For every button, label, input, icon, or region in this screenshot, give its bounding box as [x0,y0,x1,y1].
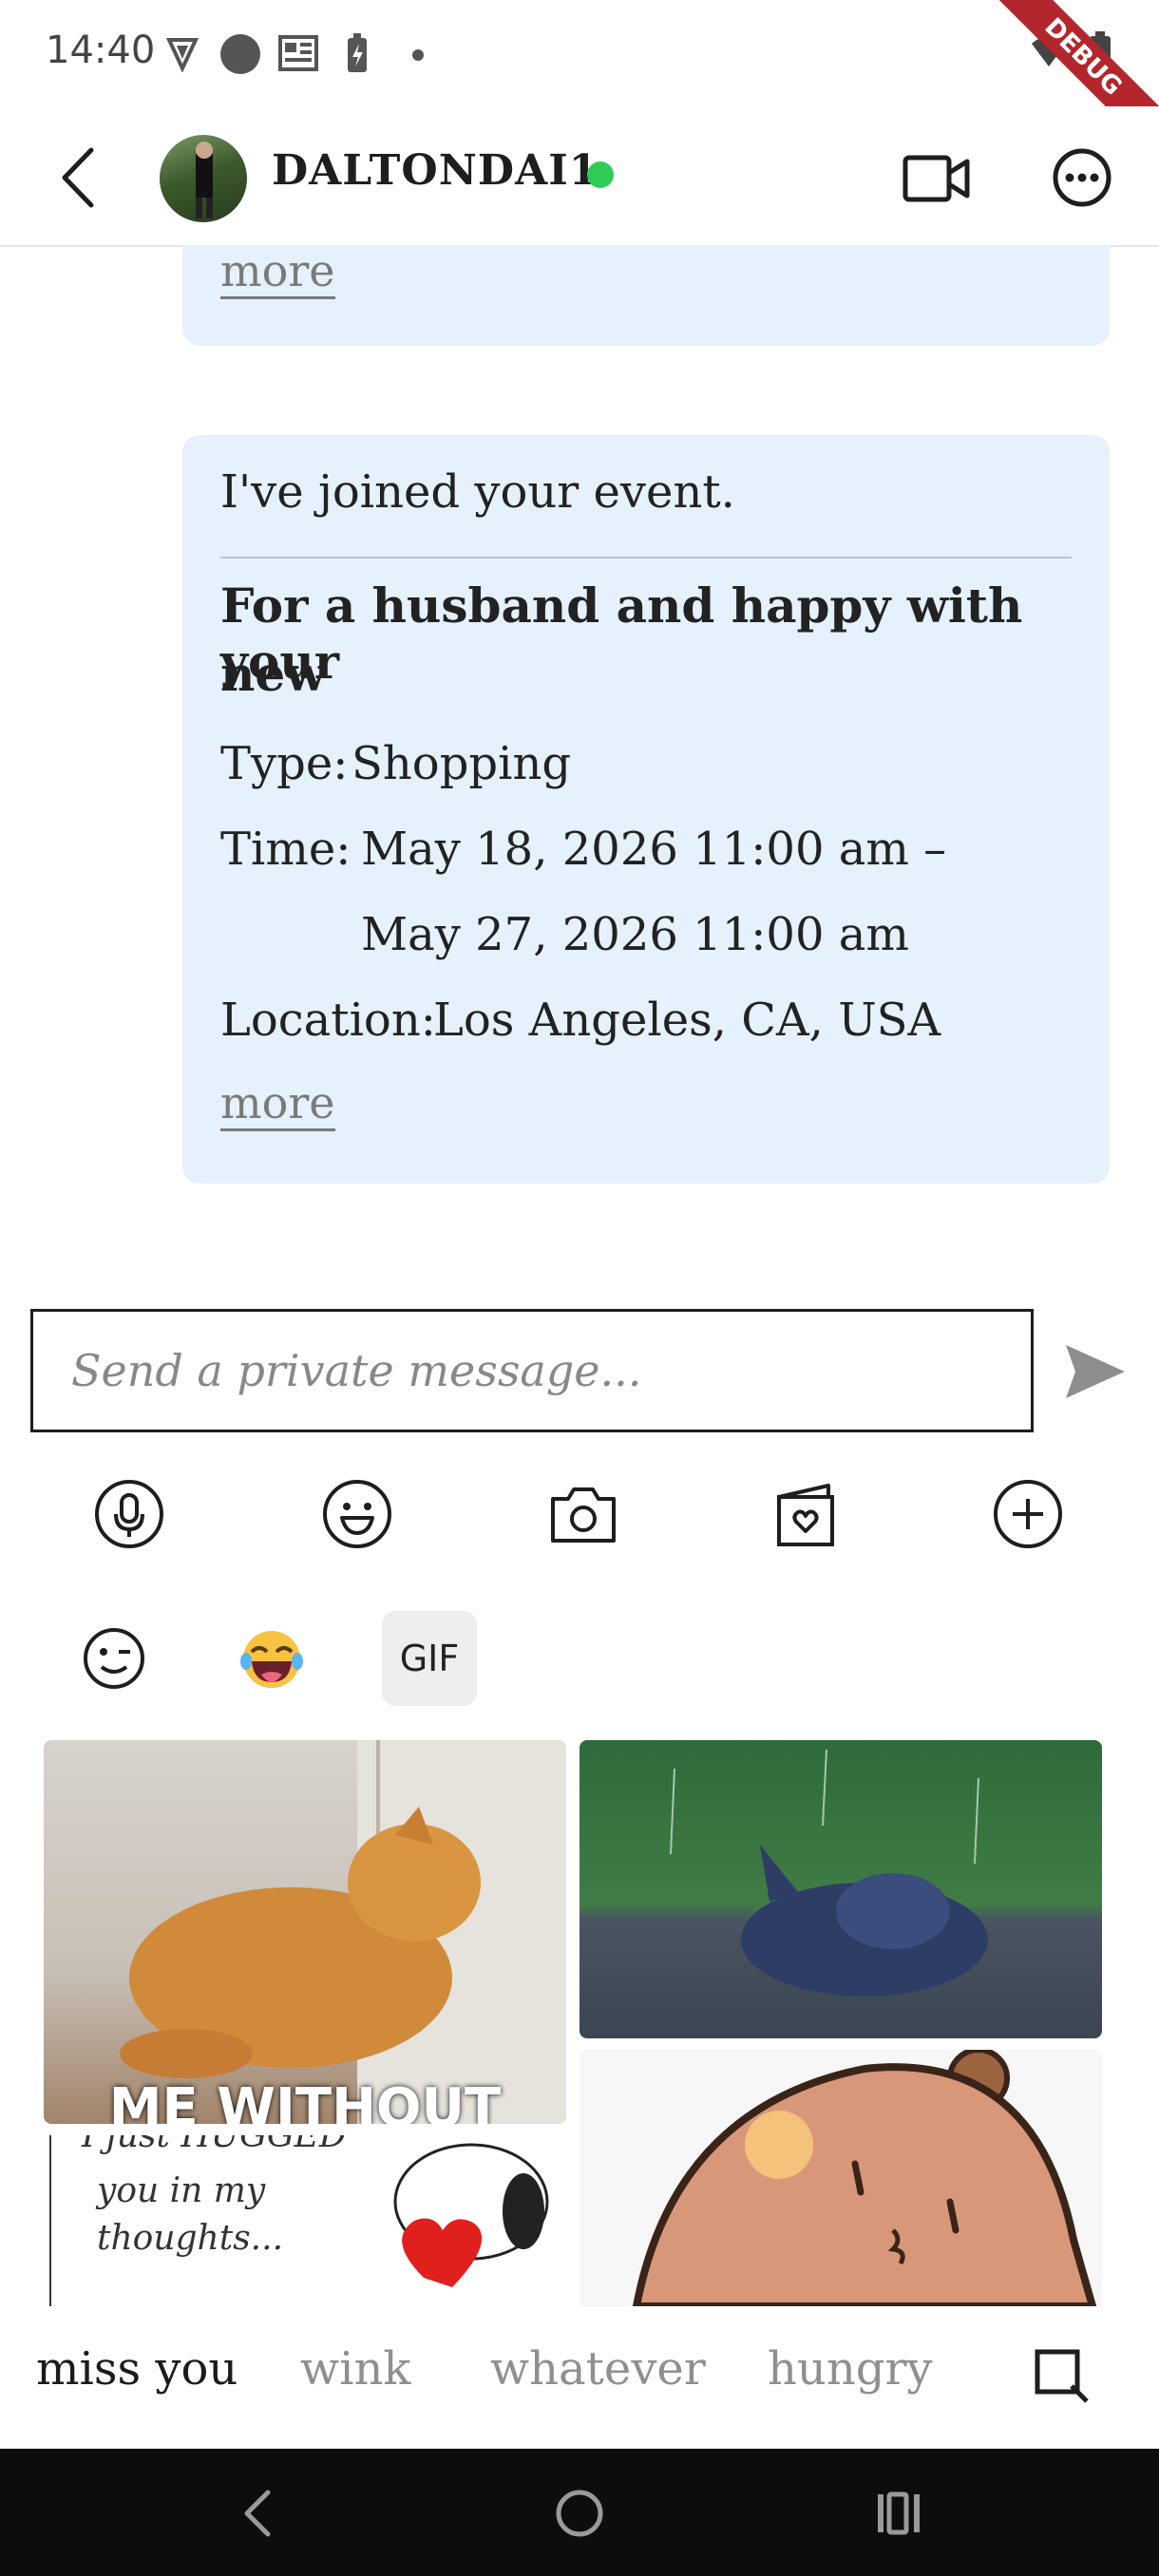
online-status-dot [587,161,614,188]
send-icon[interactable] [1062,1341,1129,1402]
gif-cat-image [120,1740,566,2124]
gif-frame-left [49,2135,51,2306]
more-link[interactable]: more [220,245,335,299]
event-title-line2: new [220,646,327,702]
microphone-icon[interactable] [93,1478,165,1550]
nav-home-icon[interactable] [553,2487,606,2540]
gift-card-icon[interactable] [770,1478,842,1550]
laughing-emoji-icon [240,1631,303,1688]
event-time-label: Time: [220,823,352,876]
gif-caption-line2: you in my [97,2171,266,2210]
event-location-value: Los Angeles, CA, USA [433,994,941,1047]
event-card: I've joined your event. For a husband an… [182,435,1110,1184]
event-time-end: May 27, 2026 11:00 am [361,908,909,961]
news-icon [278,35,318,71]
gif-result-snoopy[interactable]: I just HUGGED you in my thoughts... [44,2135,562,2306]
status-bar: 14:40 DEBUG [0,0,1159,172]
gif-caption-line1: I just HUGGED [82,2135,347,2155]
status-time: 14:40 [46,28,156,72]
gif-search-icon[interactable] [1032,2346,1092,2407]
event-card-previous: more [182,245,1110,346]
nav-recents-icon[interactable] [874,2491,923,2536]
event-type-value: Shopping [352,737,572,790]
battery-charging-icon [348,33,367,72]
term-miss-you[interactable]: miss you [36,2342,238,2396]
vpn-shield-icon [165,38,200,72]
card-divider [220,557,1072,559]
snoopy-heart-image [393,2143,549,2287]
event-location-label: Location: [220,994,436,1047]
gif-result-cat[interactable]: ME WITHOUT [44,1740,566,2124]
term-whatever[interactable]: whatever [490,2342,706,2396]
gif-tab[interactable]: GIF [382,1611,477,1706]
back-arrow-icon[interactable] [57,144,99,211]
more-options-icon[interactable] [1051,146,1113,209]
event-type-label: Type: [220,737,349,790]
message-input-box[interactable] [30,1309,1034,1432]
system-nav-bar [0,2449,1159,2576]
more-link[interactable]: more [220,1077,335,1131]
chat-header: DALTONDAI1 [0,106,1159,247]
nav-back-icon[interactable] [239,2487,274,2540]
emoji-tab[interactable] [224,1611,319,1706]
event-title-line1: For a husband and happy with your [220,578,1023,690]
video-call-icon[interactable] [902,154,971,203]
gif-bear-image [632,2050,1097,2306]
gif-caption-line3: thoughts... [97,2219,284,2258]
gif-result-stitch[interactable] [580,1740,1102,2038]
chat-username[interactable]: DALTONDAI1 [272,146,598,195]
smiley-icon[interactable] [321,1478,393,1550]
avatar[interactable] [160,135,247,222]
event-intro-text: I've joined your event. [220,465,735,519]
gif-search-terms-bar: miss you wink whatever hungry [0,2306,1159,2447]
gif-result-bear[interactable] [580,2050,1102,2306]
notification-dot-icon [412,49,424,61]
gif-stitch-image [670,1749,988,1997]
wink-face-icon [84,1628,144,1689]
term-hungry[interactable]: hungry [768,2342,933,2396]
camera-icon[interactable] [547,1478,619,1550]
gif-caption: ME WITHOUT [108,2077,502,2124]
term-wink[interactable]: wink [300,2342,410,2396]
event-time-start: May 18, 2026 11:00 am – [361,823,947,876]
record-icon [220,34,260,74]
plus-icon[interactable] [992,1478,1064,1550]
gif-tab-label: GIF [399,1638,460,1679]
message-input[interactable] [33,1312,1031,1430]
wink-emoji-tab[interactable] [66,1611,162,1706]
